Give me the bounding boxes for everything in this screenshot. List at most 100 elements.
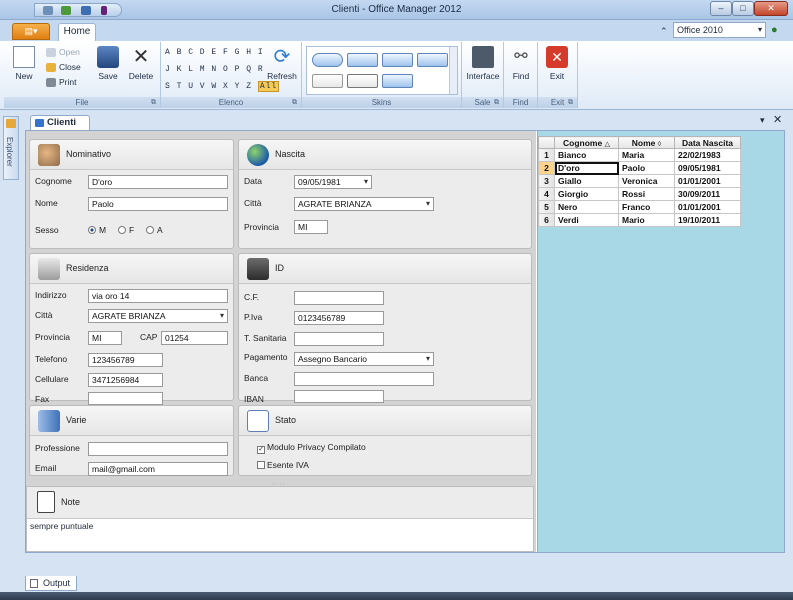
open-button[interactable]: Open	[46, 46, 80, 58]
skins-scrollbar[interactable]	[449, 47, 457, 94]
cell-cognome[interactable]: Verdi	[554, 213, 619, 227]
skin-option-7[interactable]	[382, 74, 413, 88]
privacy-checkbox[interactable]: ✓ Modulo Privacy Compilato	[257, 442, 366, 454]
cognome-input[interactable]: D'oro	[88, 175, 228, 189]
panel-title: Note	[61, 497, 81, 507]
column-header-cognome[interactable]: Cognome △	[554, 136, 619, 149]
indirizzo-input[interactable]: via oro 14	[88, 289, 228, 303]
cell-nome[interactable]: Franco	[618, 200, 675, 214]
sesso-radio-a[interactable]: A	[146, 225, 163, 235]
exit-button[interactable]: ✕ Exit	[544, 46, 570, 81]
skin-option-5[interactable]	[312, 74, 343, 88]
print-button[interactable]: Print	[46, 76, 76, 88]
dialog-launcher-icon[interactable]: ⧉	[151, 97, 156, 108]
fax-input[interactable]	[88, 392, 163, 405]
cell-data-nascita[interactable]: 30/09/2011	[674, 187, 741, 201]
cell-cognome[interactable]: Bianco	[554, 148, 619, 162]
panel-title: Nominativo	[66, 149, 112, 159]
alphabet-row-1[interactable]: A B C D E F G H I	[165, 48, 264, 57]
citta-residenza-select[interactable]: AGRATE BRIANZA	[88, 309, 228, 323]
interface-button[interactable]: Interface	[463, 46, 503, 81]
table-row[interactable]: 3 Giallo Veronica 01/01/2001	[538, 174, 741, 188]
tab-home[interactable]: Home	[58, 23, 96, 41]
sesso-radio-m[interactable]: M	[88, 225, 106, 235]
tab-clienti[interactable]: Clienti	[30, 115, 90, 130]
alphabet-row-2[interactable]: J K L M N O P Q R	[165, 65, 264, 74]
output-bar: Output	[0, 576, 793, 592]
refresh-button[interactable]: ⟳ Refresh	[265, 46, 299, 81]
cell-nome[interactable]: Paolo	[618, 161, 675, 175]
cell-data-nascita[interactable]: 09/05/1981	[674, 161, 741, 175]
table-row[interactable]: 2 D'oro Paolo 09/05/1981	[538, 161, 741, 175]
close-button[interactable]: Close	[46, 61, 81, 73]
skin-option-1[interactable]	[312, 53, 343, 67]
theme-select[interactable]: Office 2010 ▾	[673, 22, 766, 38]
citta-nascita-select[interactable]: AGRATE BRIANZA	[294, 197, 434, 211]
exit-icon: ✕	[546, 46, 568, 68]
delete-x-icon: ✕	[132, 46, 150, 68]
provincia-nascita-input[interactable]: MI	[294, 220, 328, 234]
dialog-launcher-icon[interactable]: ⧉	[494, 97, 499, 108]
cell-cognome[interactable]: Nero	[554, 200, 619, 214]
dialog-launcher-icon[interactable]: ⧉	[568, 97, 573, 108]
column-header-label: Cognome	[563, 137, 603, 148]
banca-input[interactable]	[294, 372, 434, 386]
skin-option-4[interactable]	[417, 53, 448, 67]
note-textarea[interactable]: sempre puntuale	[27, 518, 533, 551]
nome-input[interactable]: Paolo	[88, 197, 228, 211]
explorer-panel-tab[interactable]: Explorer	[3, 116, 19, 180]
cell-data-nascita[interactable]: 01/01/2001	[674, 200, 741, 214]
cellulare-input[interactable]: 3471256984	[88, 373, 163, 387]
skin-option-3[interactable]	[382, 53, 413, 67]
find-button[interactable]: ⚯ Find	[508, 46, 534, 81]
cell-data-nascita[interactable]: 01/01/2001	[674, 174, 741, 188]
maximize-button[interactable]: □	[732, 1, 754, 16]
minimize-button[interactable]: –	[710, 1, 732, 16]
cell-nome[interactable]: Rossi	[618, 187, 675, 201]
piva-input[interactable]: 0123456789	[294, 311, 384, 325]
close-document-icon[interactable]: ✕	[773, 113, 782, 126]
cell-nome[interactable]: Maria	[618, 148, 675, 162]
cell-data-nascita[interactable]: 19/10/2011	[674, 213, 741, 227]
provincia-residenza-input[interactable]: MI	[88, 331, 122, 345]
telefono-input[interactable]: 123456789	[88, 353, 163, 367]
sesso-radio-f[interactable]: F	[118, 225, 134, 235]
collapse-ribbon-icon[interactable]: ⌃	[660, 26, 668, 37]
table-row[interactable]: 1 Bianco Maria 22/02/1983	[538, 148, 741, 162]
cell-data-nascita[interactable]: 22/02/1983	[674, 148, 741, 162]
cell-cognome[interactable]: D'oro	[554, 161, 619, 175]
esente-iva-checkbox[interactable]: Esente IVA	[257, 460, 309, 470]
help-icon[interactable]: ●	[771, 24, 778, 36]
column-header-nome[interactable]: Nome ◊	[618, 136, 675, 149]
tab-list-chevron-icon[interactable]: ▾	[760, 115, 765, 126]
skin-option-6[interactable]	[347, 74, 378, 88]
ribbon: New Open Close Print Save ✕ Delete File ⧉…	[0, 41, 793, 110]
cell-nome[interactable]: Mario	[618, 213, 675, 227]
tsanitaria-input[interactable]	[294, 332, 384, 346]
skin-option-2[interactable]	[347, 53, 378, 67]
delete-button[interactable]: ✕ Delete	[126, 46, 156, 81]
data-nascita-picker[interactable]: 09/05/1981	[294, 175, 372, 189]
column-header-data-nascita[interactable]: Data Nascita	[674, 136, 741, 149]
email-input[interactable]: mail@gmail.com	[88, 462, 228, 476]
dialog-launcher-icon[interactable]: ⧉	[292, 97, 297, 108]
save-button[interactable]: Save	[96, 46, 120, 81]
table-row[interactable]: 5 Nero Franco 01/01/2001	[538, 200, 741, 214]
cell-nome[interactable]: Veronica	[618, 174, 675, 188]
tab-output[interactable]: Output	[25, 576, 77, 591]
alphabet-row-3-letters[interactable]: S T U V W X Y Z	[165, 82, 252, 91]
cell-cognome[interactable]: Giorgio	[554, 187, 619, 201]
pagamento-select[interactable]: Assegno Bancario	[294, 352, 434, 366]
new-button[interactable]: New	[12, 46, 36, 81]
file-group-label: File	[75, 98, 89, 107]
file-menu-tab[interactable]: ▤▾	[12, 23, 50, 40]
cap-input[interactable]: 01254	[161, 331, 228, 345]
cf-input[interactable]	[294, 291, 384, 305]
professione-input[interactable]	[88, 442, 228, 456]
cell-cognome[interactable]: Giallo	[554, 174, 619, 188]
table-row[interactable]: 6 Verdi Mario 19/10/2011	[538, 213, 741, 227]
table-row[interactable]: 4 Giorgio Rossi 30/09/2011	[538, 187, 741, 201]
close-window-button[interactable]: ✕	[754, 1, 788, 16]
all-button[interactable]: All	[257, 81, 280, 92]
iban-input[interactable]	[294, 390, 384, 403]
